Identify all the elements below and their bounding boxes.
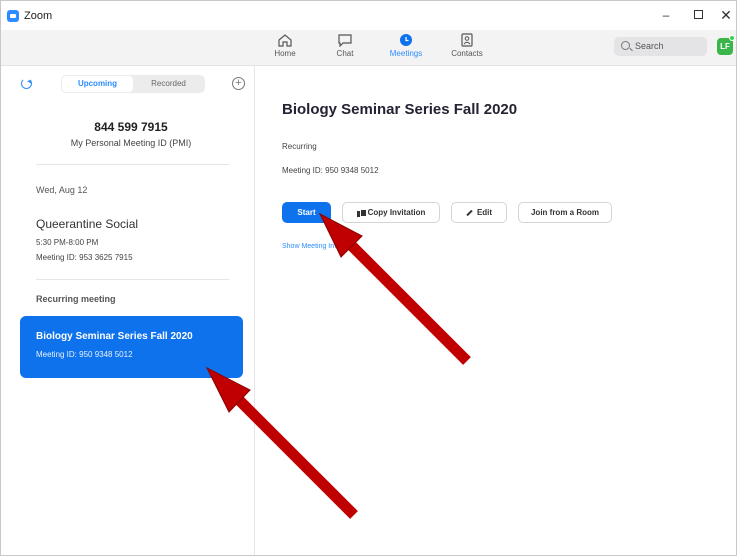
- selected-meeting-title: Biology Seminar Series Fall 2020: [36, 331, 193, 342]
- show-invitation-link[interactable]: Show Meeting Invitation: [282, 243, 356, 250]
- copy-invitation-label: Copy Invitation: [367, 208, 426, 217]
- zoom-window: Zoom – ✕ Home Chat Meetings Contacts Sea…: [0, 0, 737, 556]
- title-bar: Zoom – ✕: [1, 1, 736, 30]
- meetings-tab-switcher: Upcoming Recorded: [61, 75, 205, 93]
- recurring-header: Recurring meeting: [36, 294, 116, 304]
- refresh-icon[interactable]: [21, 78, 32, 89]
- meeting-id-detail: Meeting ID: 950 9348 5012: [282, 166, 379, 175]
- meeting-time: 5:30 PM-8:00 PM: [36, 238, 99, 247]
- divider: [36, 164, 229, 165]
- nav-meetings-label: Meetings: [389, 49, 423, 58]
- top-nav: Home Chat Meetings Contacts Search LF: [1, 30, 736, 66]
- nav-meetings[interactable]: Meetings: [381, 33, 431, 65]
- window-title: Zoom: [24, 10, 53, 22]
- zoom-logo-icon: [7, 10, 19, 22]
- close-button[interactable]: ✕: [717, 7, 735, 23]
- edit-button[interactable]: Edit: [451, 202, 507, 223]
- home-icon: [278, 34, 292, 47]
- clock-icon: [400, 34, 412, 46]
- copy-invitation-button[interactable]: Copy Invitation: [342, 202, 440, 223]
- tab-recorded[interactable]: Recorded: [133, 76, 204, 92]
- nav-home[interactable]: Home: [260, 33, 310, 65]
- nav-contacts-label: Contacts: [451, 49, 483, 58]
- copy-icon: [356, 208, 367, 217]
- nav-chat-label: Chat: [336, 49, 354, 58]
- pmi-number[interactable]: 844 599 7915: [1, 120, 261, 134]
- page-title: Biology Seminar Series Fall 2020: [282, 101, 518, 118]
- divider: [36, 279, 229, 280]
- minimize-button[interactable]: –: [657, 7, 675, 23]
- meetings-sidebar: Upcoming Recorded + 844 599 7915 My Pers…: [1, 66, 255, 555]
- recurring-label: Recurring: [282, 142, 317, 151]
- pencil-icon: [466, 209, 473, 217]
- search-placeholder: Search: [635, 41, 664, 51]
- meeting-title[interactable]: Queerantine Social: [36, 217, 138, 231]
- meeting-detail-panel: Biology Seminar Series Fall 2020 Recurri…: [256, 66, 736, 555]
- nav-chat[interactable]: Chat: [320, 33, 370, 65]
- nav-contacts[interactable]: Contacts: [442, 33, 492, 65]
- selected-meeting-card[interactable]: Biology Seminar Series Fall 2020 Meeting…: [20, 316, 243, 378]
- edit-label: Edit: [476, 208, 493, 217]
- pmi-label: My Personal Meeting ID (PMI): [70, 138, 192, 148]
- join-from-room-button[interactable]: Join from a Room: [518, 202, 612, 223]
- add-meeting-icon[interactable]: +: [232, 77, 245, 90]
- tab-upcoming[interactable]: Upcoming: [62, 76, 133, 92]
- nav-home-label: Home: [274, 49, 296, 58]
- meeting-id: Meeting ID: 953 3625 7915: [36, 253, 133, 262]
- presence-dot: [729, 35, 735, 41]
- contacts-icon: [461, 33, 473, 47]
- maximize-button[interactable]: [689, 7, 707, 23]
- selected-meeting-id: Meeting ID: 950 9348 5012: [36, 350, 133, 359]
- search-input[interactable]: Search: [614, 37, 707, 56]
- search-icon: [621, 41, 630, 50]
- date-header: Wed, Aug 12: [36, 185, 88, 195]
- chat-icon: [338, 34, 352, 47]
- start-button[interactable]: Start: [282, 202, 331, 223]
